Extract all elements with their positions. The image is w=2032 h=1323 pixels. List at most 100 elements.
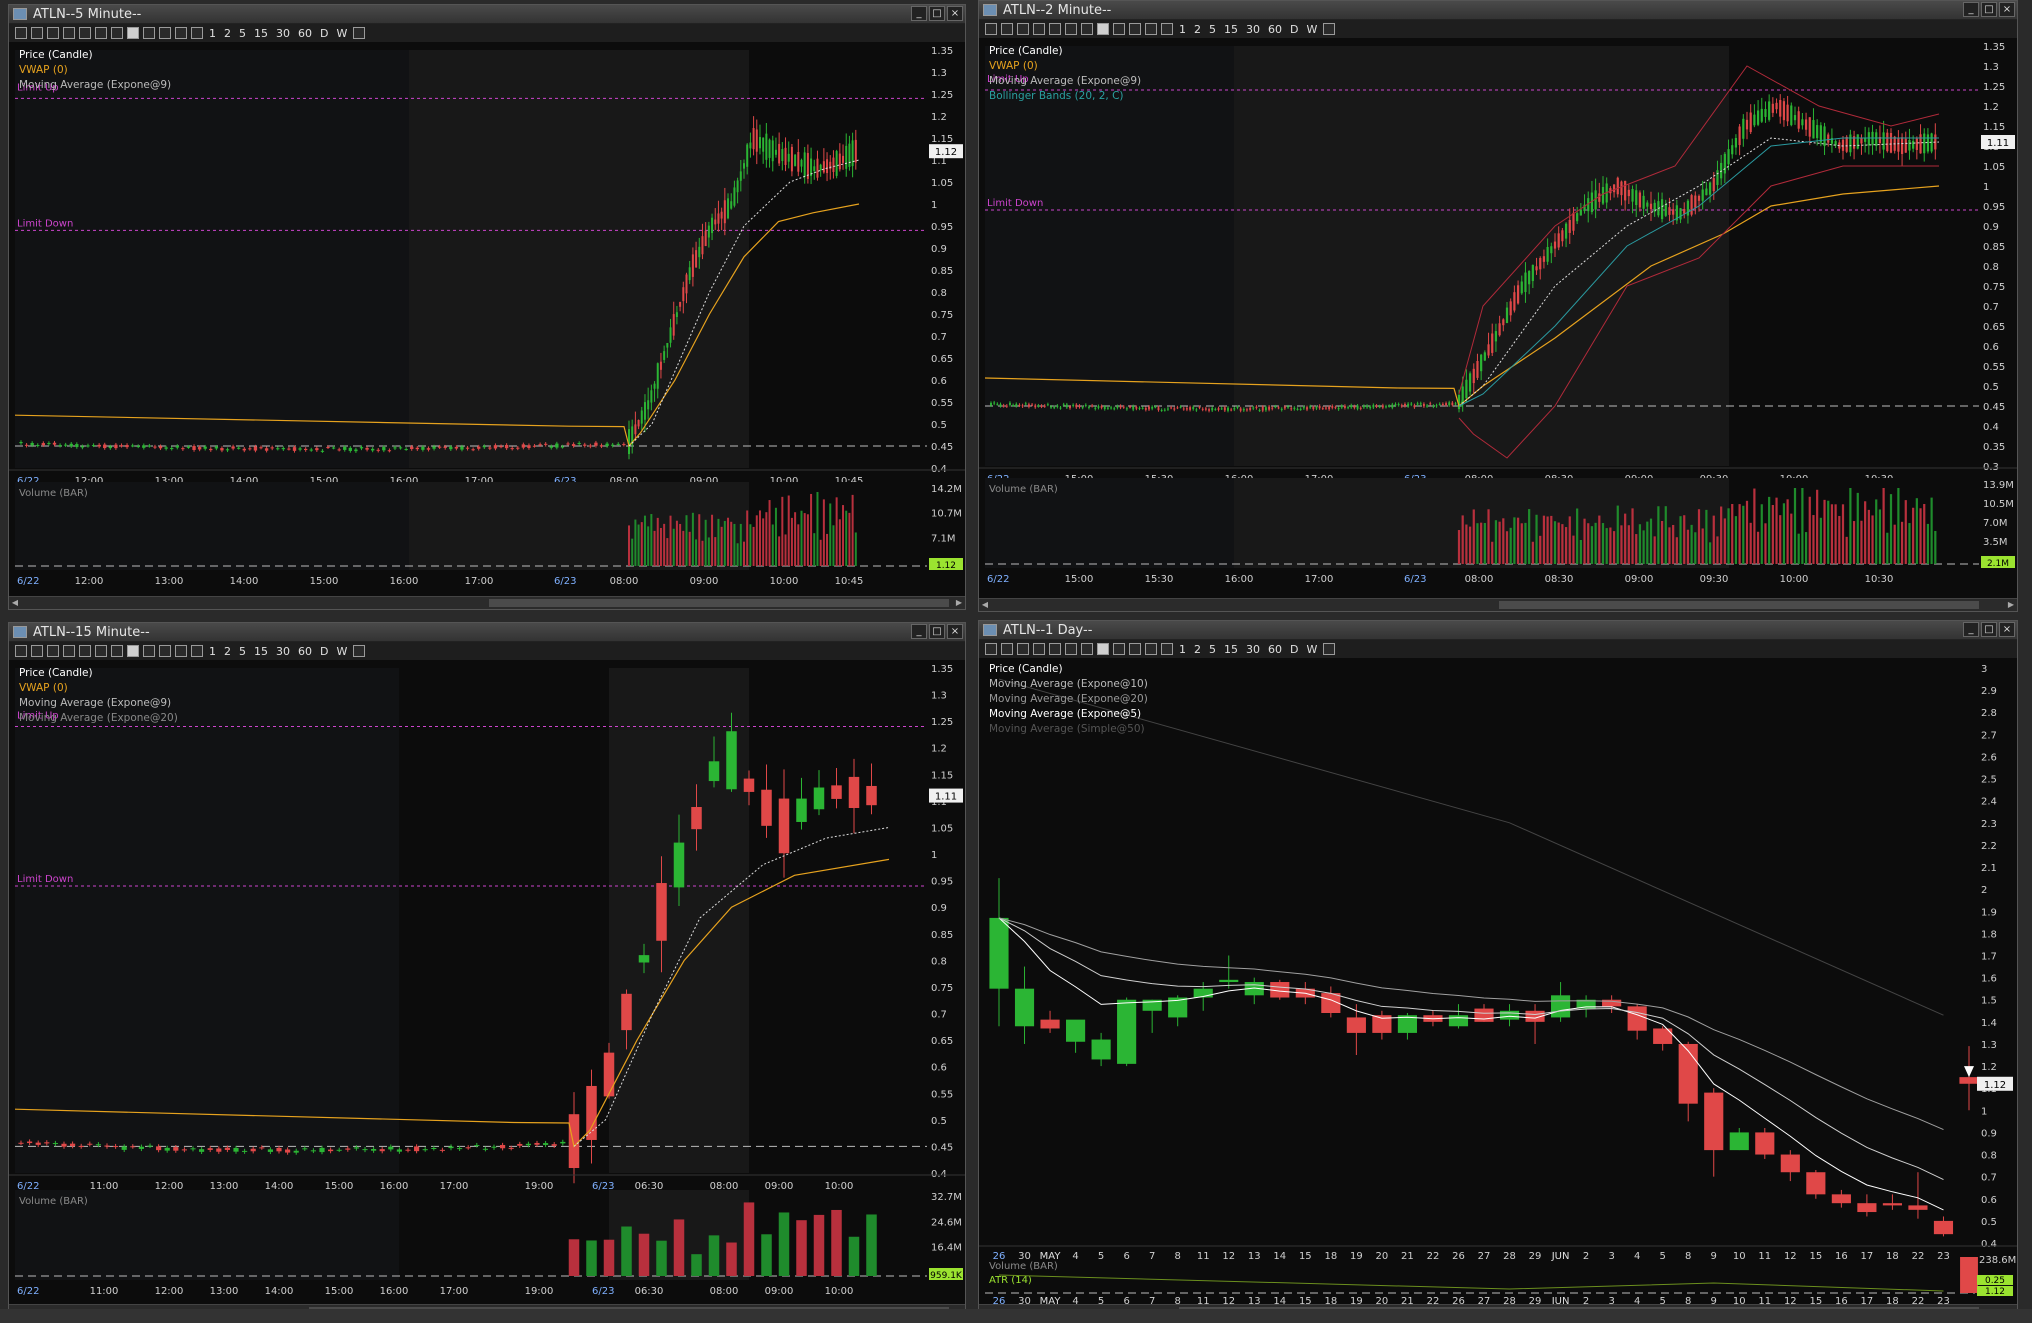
cancel-icon[interactable] xyxy=(353,645,366,657)
interval-button-15[interactable]: 15 xyxy=(252,645,270,658)
clock-icon[interactable] xyxy=(1161,643,1173,655)
hand-icon[interactable] xyxy=(1113,23,1125,35)
layout-icon[interactable] xyxy=(1065,643,1077,655)
interval-button-5[interactable]: 5 xyxy=(1207,23,1218,36)
interval-button-30[interactable]: 30 xyxy=(1244,643,1262,656)
minimize-button[interactable]: _ xyxy=(911,624,927,639)
minimize-button[interactable]: _ xyxy=(1963,622,1979,637)
maximize-button[interactable]: □ xyxy=(1981,2,1997,17)
list-icon[interactable] xyxy=(47,645,59,657)
cancel-icon[interactable] xyxy=(1323,23,1336,35)
separator-icon[interactable] xyxy=(63,27,75,39)
interval-button-60[interactable]: 60 xyxy=(1266,23,1284,36)
interval-button-w[interactable]: W xyxy=(334,27,349,40)
interval-button-w[interactable]: W xyxy=(1304,23,1319,36)
grid-icon[interactable] xyxy=(1049,23,1061,35)
pencil-icon[interactable] xyxy=(175,645,187,657)
interval-button-15[interactable]: 15 xyxy=(1222,643,1240,656)
cancel-icon[interactable] xyxy=(1323,643,1336,655)
crosshair-icon[interactable] xyxy=(1081,643,1093,655)
minimize-button[interactable]: _ xyxy=(1963,2,1979,17)
bar-chart-icon[interactable] xyxy=(15,645,27,657)
grid-icon[interactable] xyxy=(79,645,91,657)
cancel-icon[interactable] xyxy=(353,27,366,39)
pane-titlebar[interactable]: ATLN--5 Minute-- _ □ × xyxy=(9,5,965,24)
minimize-button[interactable]: _ xyxy=(911,6,927,21)
scroll-left-arrow-icon[interactable]: ◀ xyxy=(10,598,20,608)
horizontal-scrollbar[interactable]: ◀ ▶ xyxy=(9,596,965,609)
price-chart[interactable]: 1.351.31.251.21.151.11.0510.950.90.850.8… xyxy=(9,42,966,597)
interval-button-d[interactable]: D xyxy=(318,27,330,40)
interval-button-1[interactable]: 1 xyxy=(1177,643,1188,656)
interval-button-2[interactable]: 2 xyxy=(222,27,233,40)
grid-icon[interactable] xyxy=(1049,643,1061,655)
close-button[interactable]: × xyxy=(1999,622,2015,637)
interval-button-2[interactable]: 2 xyxy=(1192,23,1203,36)
interval-button-60[interactable]: 60 xyxy=(296,645,314,658)
layout-icon[interactable] xyxy=(95,645,107,657)
list-icon[interactable] xyxy=(1017,643,1029,655)
list-icon[interactable] xyxy=(47,27,59,39)
bar-chart-icon[interactable] xyxy=(15,27,27,39)
plus-icon[interactable] xyxy=(1129,23,1141,35)
bar-chart-icon[interactable] xyxy=(985,23,997,35)
interval-button-d[interactable]: D xyxy=(1288,643,1300,656)
plus-icon[interactable] xyxy=(1129,643,1141,655)
layout-icon[interactable] xyxy=(95,27,107,39)
price-chart[interactable]: 3 2.9 2.8 2.7 2.6 2.5 2.4 2.3 2.2 2.1 2 1.9 1.8 1.7 1.… xyxy=(979,658,2018,1305)
interval-button-1[interactable]: 1 xyxy=(1177,23,1188,36)
interval-button-d[interactable]: D xyxy=(318,645,330,658)
interval-button-1[interactable]: 1 xyxy=(207,27,218,40)
interval-button-1[interactable]: 1 xyxy=(207,645,218,658)
clock-icon[interactable] xyxy=(191,645,203,657)
price-chart[interactable]: 1.351.31.251.21.151.11.0510.950.90.850.8… xyxy=(979,38,2018,599)
pencil-icon[interactable] xyxy=(1145,23,1157,35)
arrow-cursor-icon[interactable] xyxy=(1097,23,1109,35)
pencil-icon[interactable] xyxy=(1145,643,1157,655)
separator-icon[interactable] xyxy=(63,645,75,657)
crosshair-icon[interactable] xyxy=(1081,23,1093,35)
hand-icon[interactable] xyxy=(143,645,155,657)
interval-button-5[interactable]: 5 xyxy=(237,27,248,40)
arrow-cursor-icon[interactable] xyxy=(1097,643,1109,655)
bar-chart-icon[interactable] xyxy=(985,643,997,655)
draw-line-icon[interactable] xyxy=(1001,643,1013,655)
interval-button-60[interactable]: 60 xyxy=(296,27,314,40)
close-button[interactable]: × xyxy=(947,624,963,639)
clock-icon[interactable] xyxy=(1161,23,1173,35)
list-icon[interactable] xyxy=(1017,23,1029,35)
scroll-thumb[interactable] xyxy=(1499,601,1979,609)
horizontal-scrollbar[interactable]: ◀ ▶ xyxy=(979,598,2017,611)
interval-button-15[interactable]: 15 xyxy=(1222,23,1240,36)
interval-button-15[interactable]: 15 xyxy=(252,27,270,40)
separator-icon[interactable] xyxy=(1033,23,1045,35)
interval-button-60[interactable]: 60 xyxy=(1266,643,1284,656)
interval-button-2[interactable]: 2 xyxy=(1192,643,1203,656)
separator-icon[interactable] xyxy=(1033,643,1045,655)
arrow-cursor-icon[interactable] xyxy=(127,645,139,657)
draw-line-icon[interactable] xyxy=(1001,23,1013,35)
plus-icon[interactable] xyxy=(159,645,171,657)
layout-icon[interactable] xyxy=(1065,23,1077,35)
interval-button-30[interactable]: 30 xyxy=(274,645,292,658)
interval-button-w[interactable]: W xyxy=(334,645,349,658)
pane-titlebar[interactable]: ATLN--15 Minute-- _ □ × xyxy=(9,623,965,642)
interval-button-5[interactable]: 5 xyxy=(1207,643,1218,656)
close-button[interactable]: × xyxy=(1999,2,2015,17)
grid-icon[interactable] xyxy=(79,27,91,39)
crosshair-icon[interactable] xyxy=(111,27,123,39)
maximize-button[interactable]: □ xyxy=(929,6,945,21)
pane-titlebar[interactable]: ATLN--2 Minute-- _ □ × xyxy=(979,1,2017,20)
pane-titlebar[interactable]: ATLN--1 Day-- _ □ × xyxy=(979,621,2017,640)
interval-button-2[interactable]: 2 xyxy=(222,645,233,658)
scroll-right-arrow-icon[interactable]: ▶ xyxy=(2006,600,2016,610)
price-chart[interactable]: 1.351.31.251.21.151.11.0510.950.90.850.8… xyxy=(9,660,966,1305)
interval-button-w[interactable]: W xyxy=(1304,643,1319,656)
draw-line-icon[interactable] xyxy=(31,645,43,657)
hand-icon[interactable] xyxy=(1113,643,1125,655)
clock-icon[interactable] xyxy=(191,27,203,39)
interval-button-5[interactable]: 5 xyxy=(237,645,248,658)
pencil-icon[interactable] xyxy=(175,27,187,39)
maximize-button[interactable]: □ xyxy=(929,624,945,639)
arrow-cursor-icon[interactable] xyxy=(127,27,139,39)
